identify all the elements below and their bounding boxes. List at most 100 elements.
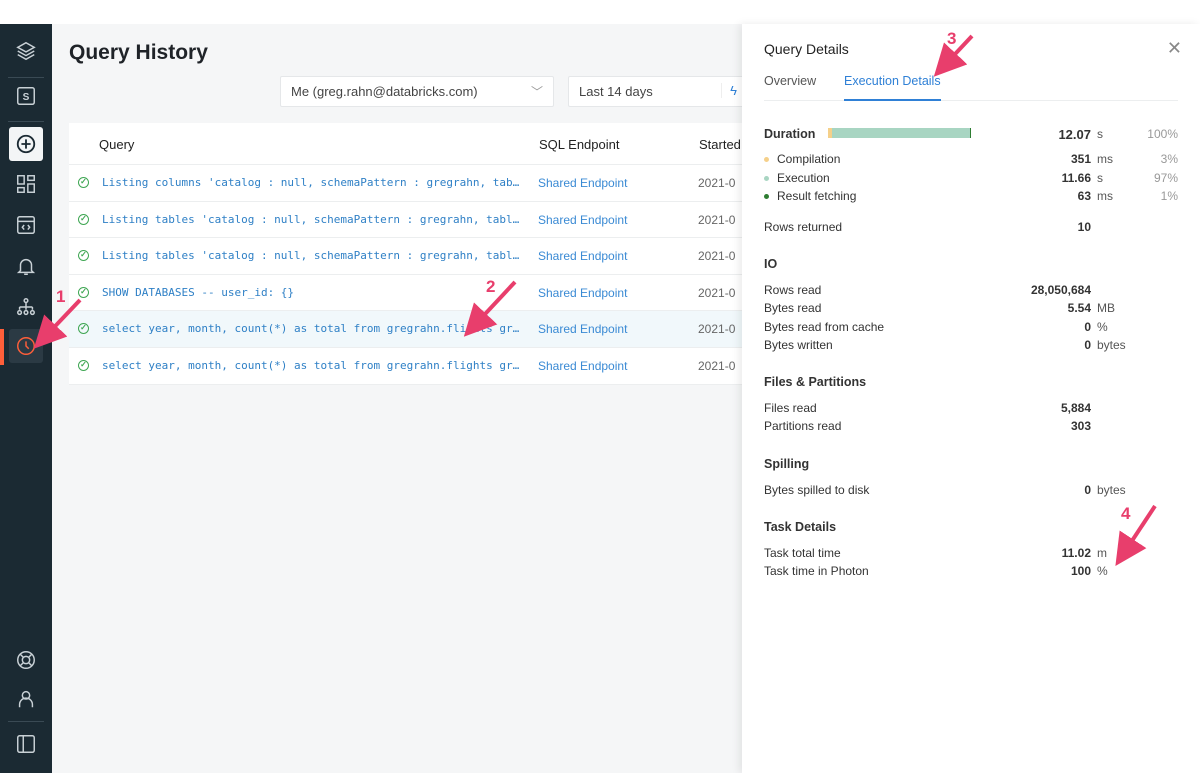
- metric-row: Bytes read from cache 0 %: [764, 318, 1178, 336]
- metric-value: 0: [1084, 319, 1091, 334]
- breakdown-value: 351: [1070, 152, 1091, 166]
- endpoint-link[interactable]: Shared Endpoint: [538, 359, 627, 373]
- tab-execution-details[interactable]: Execution Details: [844, 74, 941, 101]
- annotation-1: 1: [56, 287, 66, 306]
- breakdown-unit: ms: [1097, 152, 1113, 166]
- metric-label: Bytes written: [764, 338, 833, 353]
- plus-circle-icon[interactable]: [9, 127, 43, 161]
- sidebar-panel-icon[interactable]: [9, 727, 43, 761]
- code-window-icon[interactable]: [9, 208, 43, 242]
- started-time: 2021-0: [698, 358, 736, 373]
- duration-unit: s: [1097, 127, 1103, 141]
- success-check-icon: ✓: [78, 250, 89, 262]
- column-header-endpoint[interactable]: SQL Endpoint: [539, 137, 619, 152]
- column-header-query[interactable]: Query: [99, 137, 134, 152]
- rows-returned-value: 10: [1077, 220, 1091, 234]
- lifebuoy-icon[interactable]: [9, 643, 43, 677]
- started-time: 2021-0: [698, 176, 736, 190]
- column-header-started[interactable]: Started: [699, 137, 741, 152]
- query-table: Query SQL Endpoint Started ✓ Listing col…: [69, 123, 742, 385]
- clock-icon[interactable]: [9, 329, 43, 363]
- breakdown-label: Compilation: [777, 152, 841, 166]
- legend-dot-icon: [764, 157, 769, 163]
- metric-row: Task time in Photon 100 %: [764, 562, 1178, 580]
- endpoint-link[interactable]: Shared Endpoint: [538, 249, 627, 263]
- sidebar: S: [0, 24, 52, 773]
- table-row[interactable]: ✓ Listing tables 'catalog : null, schema…: [69, 238, 742, 275]
- sidebar-divider: [8, 77, 44, 78]
- section-title: IO: [764, 257, 778, 271]
- metric-label: Task time in Photon: [764, 564, 869, 579]
- table-row[interactable]: ✓ Listing tables 'catalog : null, schema…: [69, 202, 742, 239]
- query-text[interactable]: Listing tables 'catalog : null, schemaPa…: [102, 249, 522, 262]
- panel-title: Query Details: [764, 41, 849, 57]
- table-row[interactable]: ✓ select year, month, count(*) as total …: [69, 348, 742, 385]
- metric-unit: bytes: [1097, 338, 1126, 353]
- hierarchy-icon[interactable]: [9, 290, 43, 324]
- breakdown-value: 11.66: [1061, 170, 1091, 185]
- legend-dot-icon: [764, 194, 769, 200]
- query-text[interactable]: select year, month, count(*) as total fr…: [102, 322, 522, 335]
- metric-value: 5,884: [1060, 401, 1091, 415]
- breakdown-label: Result fetching: [777, 189, 857, 203]
- breakdown-unit: s: [1097, 170, 1103, 185]
- layers-icon[interactable]: [9, 34, 43, 68]
- started-time: 2021-0: [698, 212, 736, 227]
- breakdown-pct: 3%: [1160, 152, 1178, 166]
- sql-persona-icon[interactable]: S: [9, 79, 43, 113]
- query-text[interactable]: select year, month, count(*) as total fr…: [102, 359, 522, 372]
- table-row[interactable]: ✓ SHOW DATABASES -- user_id: {} Shared E…: [69, 275, 742, 312]
- chevron-down-icon: ﹀: [530, 85, 543, 99]
- duration-label: Duration: [764, 127, 816, 141]
- rows-returned-label: Rows returned: [764, 220, 843, 234]
- tab-overview[interactable]: Overview: [764, 74, 816, 88]
- dashboard-icon[interactable]: [9, 167, 43, 201]
- endpoint-link[interactable]: Shared Endpoint: [538, 286, 627, 300]
- metric-value: 5.54: [1067, 301, 1091, 316]
- table-row[interactable]: ✓ select year, month, count(*) as total …: [69, 311, 742, 348]
- query-text[interactable]: SHOW DATABASES -- user_id: {}: [102, 286, 522, 299]
- query-details-panel: Query Details ✕ Overview Execution Detai…: [742, 24, 1200, 773]
- query-text[interactable]: Listing tables 'catalog : null, schemaPa…: [102, 213, 522, 226]
- user-filter-select[interactable]: Me (greg.rahn@databricks.com) ﹀: [280, 76, 554, 107]
- metric-row: Bytes read 5.54 MB: [764, 299, 1178, 317]
- metric-value: 11.02: [1061, 546, 1091, 560]
- sidebar-divider: [8, 121, 44, 122]
- metric-label: Task total time: [764, 546, 841, 560]
- fetching-segment: [969, 128, 971, 138]
- breakdown-label: Execution: [777, 170, 830, 185]
- bell-icon[interactable]: [9, 249, 43, 283]
- date-range-value: Last 14 days: [579, 84, 653, 99]
- table-row[interactable]: ✓ Listing columns 'catalog : null, schem…: [69, 165, 742, 202]
- started-time: 2021-0: [698, 249, 736, 264]
- duration-breakdown-row: Result fetching 63 ms 1%: [764, 187, 1178, 205]
- endpoint-link[interactable]: Shared Endpoint: [538, 322, 627, 336]
- breakdown-unit: ms: [1097, 189, 1113, 203]
- breakdown-value: 63: [1077, 189, 1091, 203]
- top-strip: [0, 0, 1200, 24]
- endpoint-link[interactable]: Shared Endpoint: [538, 213, 627, 227]
- active-indicator: [0, 329, 4, 365]
- metric-label: Partitions read: [764, 419, 842, 434]
- lightning-icon[interactable]: ϟ: [721, 83, 737, 98]
- metric-label: Bytes read from cache: [764, 319, 885, 334]
- section-title: Files & Partitions: [764, 375, 867, 389]
- metric-label: Bytes read: [764, 301, 822, 316]
- page-title: Query History: [69, 41, 208, 64]
- endpoint-link[interactable]: Shared Endpoint: [538, 176, 627, 190]
- metric-value: 303: [1070, 419, 1091, 434]
- metric-row: Partitions read 303: [764, 417, 1178, 435]
- success-check-icon: ✓: [78, 213, 89, 225]
- svg-text:S: S: [23, 92, 30, 103]
- close-icon[interactable]: ✕: [1167, 38, 1182, 59]
- annotation-2: 2: [486, 277, 496, 296]
- metric-label: Rows read: [764, 283, 822, 297]
- user-icon[interactable]: [9, 682, 43, 716]
- annotation-3: 3: [947, 29, 957, 48]
- duration-pct: 100%: [1147, 127, 1178, 141]
- query-text[interactable]: Listing columns 'catalog : null, schemaP…: [102, 176, 522, 189]
- metric-unit: bytes: [1097, 483, 1126, 497]
- date-range-select[interactable]: Last 14 days ϟ: [568, 76, 748, 107]
- rows-returned-row: Rows returned 10: [764, 218, 1178, 236]
- metric-value: 0: [1084, 483, 1091, 497]
